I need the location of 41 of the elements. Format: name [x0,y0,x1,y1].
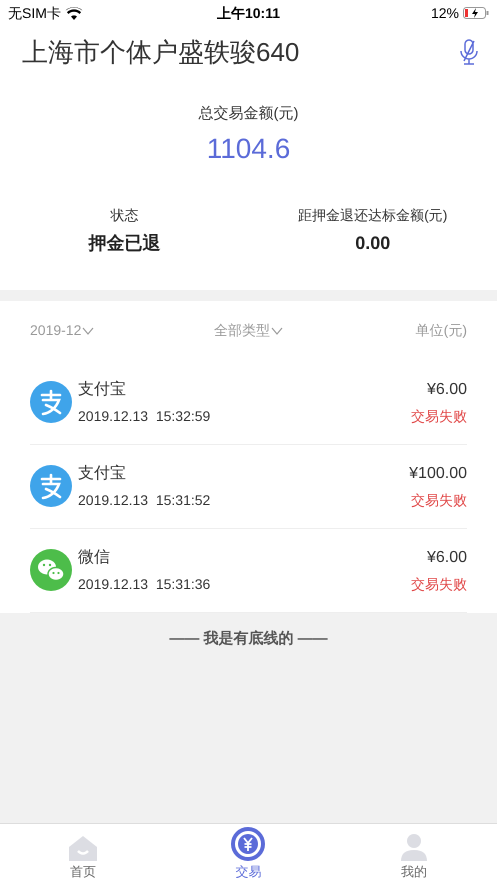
chat-bubbles-icon [30,549,72,591]
transaction-amount: ¥6.00 [426,548,467,568]
transaction-time: 2019.12.13 15:32:59 [78,406,212,426]
tab-bar-item[interactable]: 我的 [331,824,497,883]
merchant-title: 上海市个体户盛轶骏640 [22,36,300,68]
end-of-list-note: —— 我是有底线的 —— [169,628,328,648]
total-amount: 1104.6 [206,132,290,166]
transaction-time: 2019.12.13 15:31:36 [78,574,212,594]
person-icon [400,832,428,860]
unit-label: 单位(元) [414,321,467,340]
payment-logo-icon [30,465,72,507]
stat-label: 状态 [110,206,138,224]
stat-label: 距押金退还达标金额(元) [298,206,448,225]
carrier-text: 无SIM卡 [8,4,61,22]
microphone-off-icon[interactable] [459,39,479,65]
stat-value: 押金已退 [88,232,160,254]
transaction-row[interactable]: 支付宝 2019.12.13 15:31:52 ¥100.00 交易失败 [30,444,467,528]
payment-method: 支付宝 [78,464,127,484]
transaction-amount: ¥6.00 [426,380,467,400]
chevron-down-icon [82,326,94,334]
transaction-row[interactable]: 微信 2019.12.13 15:31:36 ¥6.00 交易失败 [30,528,467,612]
chevron-down-icon [271,326,283,334]
wifi-icon [64,6,83,20]
house-icon [68,834,98,860]
transaction-row[interactable]: 支付宝 2019.12.13 15:32:59 ¥6.00 交易失败 [30,360,467,444]
tab-bar-item[interactable]: 首页 [0,824,166,883]
battery-charging-icon [462,7,489,19]
tab-bar-item[interactable]: 交易 [166,824,332,883]
yen-coin-icon [231,826,266,860]
total-label: 总交易金额(元) [198,104,298,124]
transaction-status: 交易失败 [411,574,467,594]
transaction-status: 交易失败 [411,490,467,510]
transaction-status: 交易失败 [411,406,467,426]
payment-method: 支付宝 [78,380,127,400]
transaction-time: 2019.12.13 15:31:52 [78,490,212,510]
clock-text: 上午10:11 [216,4,280,22]
payment-logo-icon [30,381,72,423]
stat-value: 0.00 [355,232,390,254]
payment-method: 微信 [78,548,111,568]
battery-percent-text: 12% [430,4,459,22]
transaction-amount: ¥100.00 [409,464,467,484]
